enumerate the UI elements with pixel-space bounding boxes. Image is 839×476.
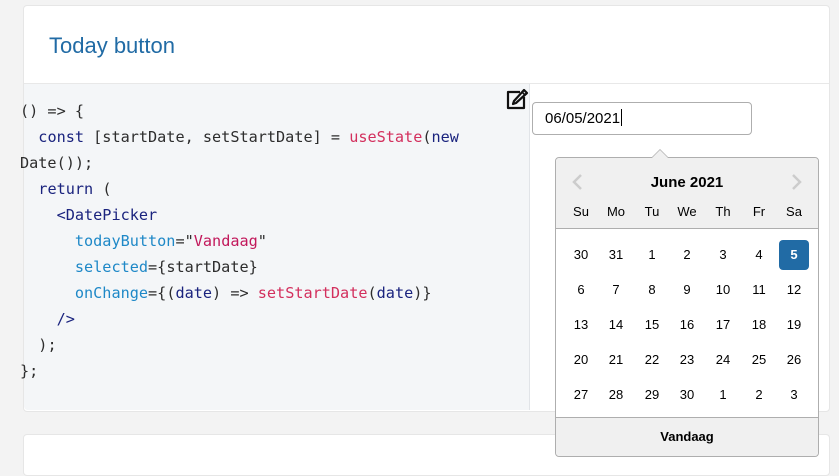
code-line-3: Date()); [20,154,94,172]
weekday-label: Th [715,204,731,219]
code-line-5: <DatePicker [56,206,158,224]
weekday-label: Mo [606,204,626,219]
day-cell[interactable]: 30 [672,380,702,410]
code-line-1: () => { [20,102,85,120]
code-line-9: /> [56,310,75,328]
text-caret [621,109,623,126]
day-cell[interactable]: 18 [744,310,774,340]
day-cell[interactable]: 3 [779,380,809,410]
edit-icon[interactable] [503,86,529,112]
day-cell[interactable]: 2 [672,240,702,270]
day-cell[interactable]: 24 [708,345,738,375]
day-cell[interactable]: 3 [708,240,738,270]
weekday-label: Fr [752,204,766,219]
date-input-value: 06/05/2021 [545,110,621,127]
day-cell[interactable]: 6 [566,275,596,305]
day-cell[interactable]: 21 [601,345,631,375]
day-cell[interactable]: 1 [637,240,667,270]
day-cell[interactable]: 8 [637,275,667,305]
day-cell[interactable]: 20 [566,345,596,375]
weekday-row: Su Mo Tu We Th Fr Sa [564,204,812,220]
weekday-label: We [677,204,697,219]
code-line-11: }; [20,362,39,380]
day-cell[interactable]: 17 [708,310,738,340]
day-cell[interactable]: 27 [566,380,596,410]
code-line-7: selected={startDate} [74,258,258,276]
date-input[interactable]: 06/05/2021 [532,102,752,135]
popup-arrow-fill [652,150,668,158]
day-cell[interactable]: 7 [601,275,631,305]
code-line-8: onChange={(date) => setStartDate(date)} [74,284,432,302]
code-block[interactable]: () => { const [startDate, setStartDate] … [20,98,459,384]
day-cell[interactable]: 31 [601,240,631,270]
code-line-2: const [startDate, setStartDate] = useSta… [38,128,459,146]
code-line-10: ); [38,336,57,354]
day-cell[interactable]: 4 [744,240,774,270]
day-cell[interactable]: 22 [637,345,667,375]
day-cell[interactable]: 19 [779,310,809,340]
day-cell[interactable]: 9 [672,275,702,305]
day-cell[interactable]: 13 [566,310,596,340]
day-cell[interactable]: 29 [637,380,667,410]
day-cell-selected[interactable]: 5 [779,240,809,270]
day-cell[interactable]: 10 [708,275,738,305]
code-line-4: return ( [38,180,112,198]
day-cell[interactable]: 2 [744,380,774,410]
day-cell[interactable]: 1 [708,380,738,410]
day-cell[interactable]: 25 [744,345,774,375]
day-cell[interactable]: 28 [601,380,631,410]
chevron-right-icon[interactable] [786,172,806,192]
current-month: June 2021 [650,174,724,191]
code-line-6: todayButton="Vandaag" [74,232,267,250]
card-title: Today button [49,33,175,58]
day-cell[interactable]: 15 [637,310,667,340]
day-grid: 30 31 1 2 3 4 5 6 7 8 9 10 11 12 13 14 15 16 17 18 19 20 21 22 2… [564,240,812,414]
day-cell[interactable]: 11 [744,275,774,305]
weekday-label: Su [573,204,589,219]
weekday-label: Sa [786,204,802,219]
day-cell[interactable]: 30 [566,240,596,270]
day-cell[interactable]: 16 [672,310,702,340]
today-button[interactable]: Vandaag [556,417,818,456]
datepicker-popup: June 2021 Su Mo Tu We Th Fr Sa 30 31 1 2 3 4 5… [555,149,819,457]
day-cell[interactable]: 23 [672,345,702,375]
weekday-label: Tu [644,204,660,219]
day-cell[interactable]: 26 [779,345,809,375]
day-cell[interactable]: 12 [779,275,809,305]
day-cell[interactable]: 14 [601,310,631,340]
datepicker-header: June 2021 Su Mo Tu We Th Fr Sa [556,150,818,229]
